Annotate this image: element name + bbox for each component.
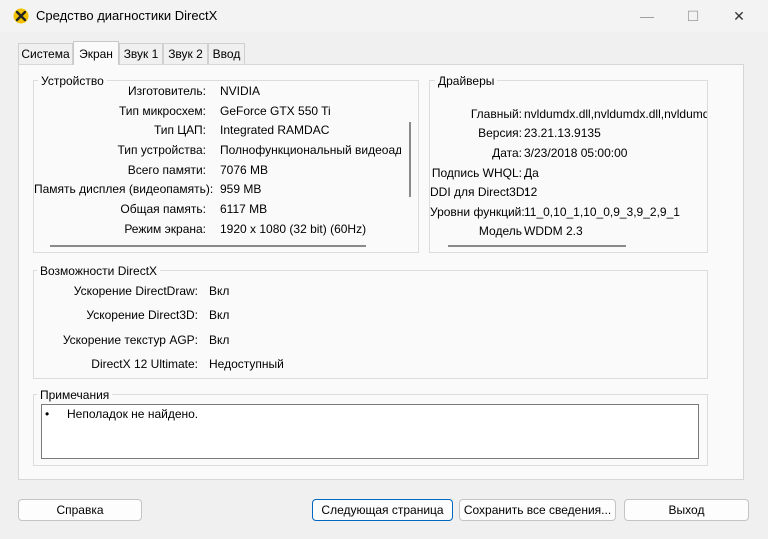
chip-type-label: Тип микросхем: [118,104,206,118]
whql-label: Подпись WHQL: [431,166,522,180]
direct3d-label: Ускорение Direct3D: [86,308,198,322]
date-value: 3/23/2018 05:00:00 [524,146,628,160]
ddi-label: DDI для Direct3D: [430,185,528,199]
notes-bullet: • [45,407,50,421]
tab-input[interactable]: Ввод [208,43,245,64]
directdraw-label: Ускорение DirectDraw: [73,284,198,298]
drivers-horizontal-scrollbar[interactable] [448,245,626,247]
tab-system[interactable]: Система [18,43,73,64]
help-button[interactable]: Справка [18,499,142,521]
agp-texture-label: Ускорение текстур AGP: [62,333,198,347]
title-bar[interactable]: Средство диагностики DirectX — ☐ ✕ [0,0,768,32]
chip-type-value: GeForce GTX 550 Ti [220,104,331,118]
device-type-label: Тип устройства: [117,143,207,157]
total-memory-value: 7076 MB [220,163,269,177]
tab-sound-1[interactable]: Звук 1 [119,43,163,64]
device-info-list[interactable]: Изготовитель: NVIDIA Тип микросхем: GeFo… [34,81,401,241]
notes-legend: Примечания [37,388,113,402]
main-driver-value: nvldumdx.dll,nvldumdx.dll,nvldumdx.dll,n… [524,107,707,121]
directx-features-legend: Возможности DirectX [37,264,161,278]
close-button[interactable]: ✕ [716,0,762,32]
tab-display[interactable]: Экран [73,41,119,65]
feature-levels-value: 11_0,10_1,10_0,9_3,9_2,9_1 [524,205,680,219]
dac-type-value: Integrated RAMDAC [220,123,330,137]
shared-memory-value: 6117 MB [220,202,268,216]
agp-texture-value: Вкл [209,333,230,347]
display-memory-label: Память дисплея (видеопамять): [34,182,214,196]
directdraw-value: Вкл [209,284,230,298]
directx-app-icon [13,8,29,24]
shared-memory-label: Общая память: [120,202,206,216]
device-type-value: Полнофункциональный видеоадаптер [220,143,401,157]
device-vertical-scrollbar[interactable] [409,122,411,197]
dx12-ultimate-label: DirectX 12 Ultimate: [91,357,198,371]
display-mode-label: Режим экрана: [124,222,206,236]
next-page-button[interactable]: Следующая страница [312,499,453,521]
drivers-info-list[interactable]: Главный: nvldumdx.dll,nvldumdx.dll,nvldu… [430,81,707,241]
version-value: 23.21.13.9135 [524,126,601,140]
ddi-value: 12 [524,185,538,199]
driver-model-label: Модель [478,224,522,238]
display-memory-value: 959 MB [220,182,262,196]
maximize-button[interactable]: ☐ [670,0,716,32]
version-label: Версия: [478,126,522,140]
minimize-button[interactable]: — [624,0,670,32]
notes-text-area[interactable]: • Неполадок не найдено. [41,404,699,459]
driver-model-value: WDDM 2.3 [524,224,583,238]
main-driver-label: Главный: [470,107,522,121]
date-label: Дата: [492,146,522,160]
device-horizontal-scrollbar[interactable] [50,245,366,247]
save-all-info-button[interactable]: Сохранить все сведения... [459,499,616,521]
tab-sound-2[interactable]: Звук 2 [163,43,208,64]
total-memory-label: Всего памяти: [127,163,206,177]
whql-value: Да [524,166,539,180]
exit-button[interactable]: Выход [624,499,749,521]
manufacturer-value: NVIDIA [220,84,261,98]
manufacturer-label: Изготовитель: [128,84,206,98]
display-mode-value: 1920 x 1080 (32 bit) (60Hz) [220,222,367,236]
window-title: Средство диагностики DirectX [36,8,218,23]
dac-type-label: Тип ЦАП: [153,123,206,137]
feature-levels-label: Уровни функций: [430,205,525,219]
direct3d-value: Вкл [209,308,230,322]
dx12-ultimate-value: Недоступный [209,357,284,371]
notes-text: Неполадок не найдено. [67,407,199,421]
